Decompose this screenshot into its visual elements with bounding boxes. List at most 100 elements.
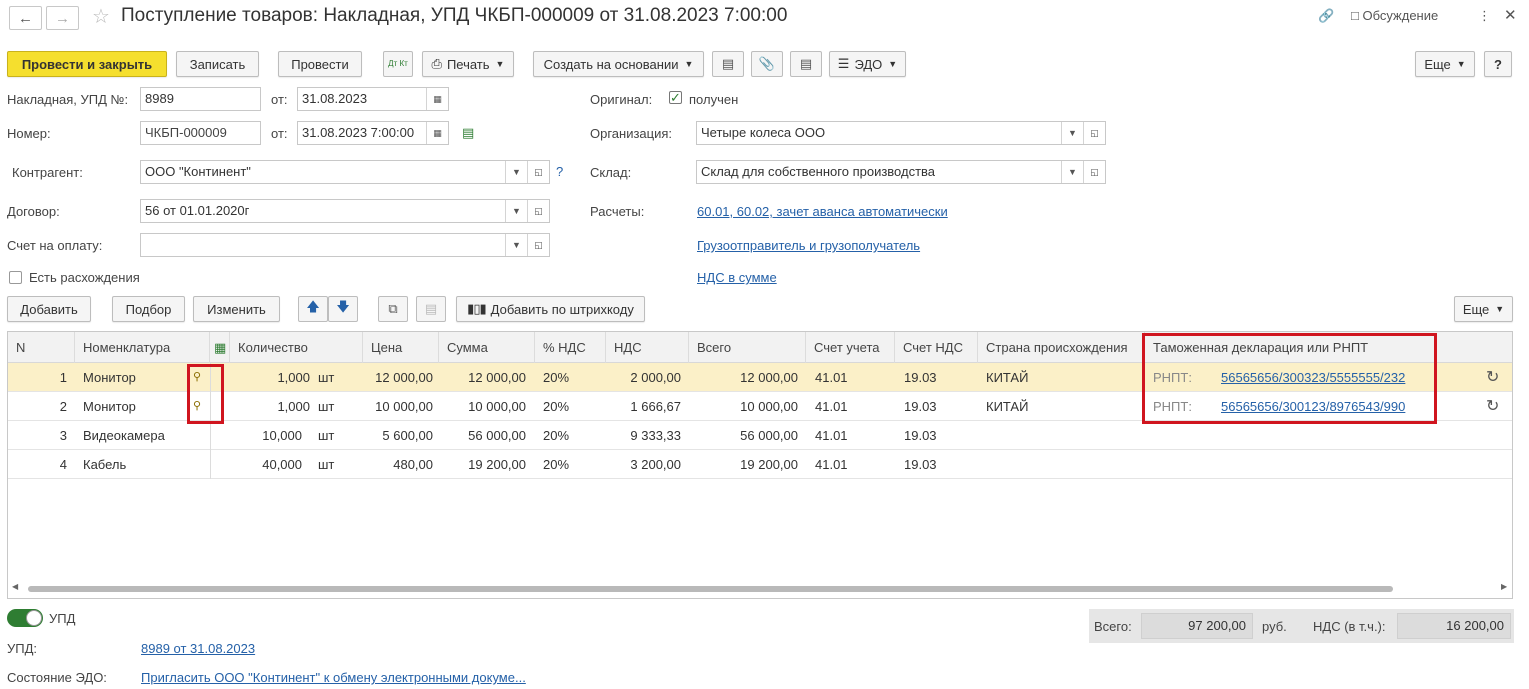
move-up-icon[interactable]: 🡅	[298, 296, 328, 322]
vat-in-sum-link[interactable]: НДС в сумме	[697, 270, 777, 285]
move-down-icon[interactable]: 🡇	[328, 296, 358, 322]
chevron-down-icon[interactable]: ▼	[1061, 161, 1083, 183]
col-total[interactable]: Всего	[689, 332, 806, 363]
discrepancy-checkbox[interactable]	[9, 271, 22, 284]
invoice-number-field[interactable]: 8989	[140, 87, 261, 111]
menu-dots-icon[interactable]: ⋮	[1478, 8, 1491, 24]
col-vat-account[interactable]: Счет НДС	[895, 332, 978, 363]
col-account[interactable]: Счет учета	[806, 332, 895, 363]
upd-link[interactable]: 8989 от 31.08.2023	[141, 641, 255, 656]
number-field[interactable]: ЧКБП-000009	[140, 121, 261, 145]
warehouse-field[interactable]: Склад для собственного производства ▼ ◱	[696, 160, 1106, 184]
cell-account: 41.01	[815, 457, 848, 472]
col-vat[interactable]: НДС	[606, 332, 689, 363]
upd-toggle[interactable]	[7, 609, 43, 627]
discussion-button[interactable]: □ Обсуждение	[1351, 8, 1438, 23]
close-icon[interactable]: ✕	[1504, 6, 1517, 24]
table-row[interactable]: 3 Видеокамера 10,000 шт 5 600,00 56 000,…	[8, 421, 1512, 450]
settlements-link[interactable]: 60.01, 60.02, зачет аванса автоматически	[697, 204, 948, 219]
cell-total: 12 000,00	[740, 370, 798, 385]
cell-vat-rate: 20%	[543, 370, 570, 385]
favorite-star-icon[interactable]: ☆	[92, 4, 110, 29]
goods-table[interactable]: N Номенклатура ▦ Количество Цена Сумма %…	[7, 331, 1513, 599]
contract-field[interactable]: 56 от 01.01.2020г ▼ ◱	[140, 199, 550, 223]
open-icon[interactable]: ◱	[527, 200, 549, 222]
help-button[interactable]: ?	[1484, 51, 1512, 77]
counterparty-field[interactable]: ООО "Континент" ▼ ◱	[140, 160, 550, 184]
edit-button[interactable]: Изменить	[193, 296, 280, 322]
cell-vat-account: 19.03	[904, 457, 937, 472]
invoice-date-field[interactable]: 31.08.2023 ▦	[297, 87, 449, 111]
cell-price: 10 000,00	[375, 399, 433, 414]
refresh-icon[interactable]: ↻	[1486, 392, 1499, 421]
paste-icon[interactable]: ▤	[416, 296, 446, 322]
comment-icon[interactable]: ▤	[462, 125, 474, 141]
edo-button[interactable]: ☰ ЭДО ▼	[829, 51, 906, 77]
add-by-barcode-button[interactable]: ▮▯▮ Добавить по штрихкоду	[456, 296, 645, 322]
col-qty[interactable]: Количество	[230, 332, 363, 363]
chevron-down-icon[interactable]: ▼	[505, 234, 527, 256]
col-item[interactable]: Номенклатура	[75, 332, 210, 363]
link-icon[interactable]: 🔗	[1318, 8, 1334, 24]
col-country[interactable]: Страна происхождения	[978, 332, 1145, 363]
scroll-right-icon[interactable]: ▶	[1501, 582, 1507, 591]
post-and-close-button[interactable]: Провести и закрыть	[7, 51, 167, 77]
open-icon[interactable]: ◱	[527, 161, 549, 183]
create-based-on-button[interactable]: Создать на основании ▼	[533, 51, 704, 77]
open-icon[interactable]: ◱	[527, 234, 549, 256]
edo-invite-link[interactable]: Пригласить ООО "Континент" к обмену элек…	[141, 670, 526, 685]
horizontal-scrollbar[interactable]	[28, 586, 1393, 592]
payment-field[interactable]: ▼ ◱	[140, 233, 550, 257]
dtkt-button[interactable]: Дт Кт	[383, 51, 413, 77]
more-label: Еще	[1424, 56, 1451, 72]
col-vat-rate[interactable]: % НДС	[535, 332, 606, 363]
help-question-icon[interactable]: ?	[556, 164, 563, 179]
number-date-field[interactable]: 31.08.2023 7:00:00 ▦	[297, 121, 449, 145]
cell-qty: 1,000	[277, 399, 310, 414]
open-icon[interactable]: ◱	[1083, 122, 1105, 144]
cell-vat-rate: 20%	[543, 457, 570, 472]
table-more-button[interactable]: Еще ▼	[1454, 296, 1513, 322]
cell-n: 3	[59, 428, 67, 443]
calendar-icon[interactable]: ▦	[426, 122, 448, 144]
chevron-down-icon[interactable]: ▼	[1061, 122, 1083, 144]
table-row[interactable]: 4 Кабель 40,000 шт 480,00 19 200,00 20% …	[8, 450, 1512, 479]
total-label: Всего:	[1094, 619, 1132, 634]
cell-n: 2	[59, 399, 67, 414]
copy-icon[interactable]: ⧉	[378, 296, 408, 322]
original-checkbox[interactable]: ✓	[669, 91, 682, 104]
print-button[interactable]: ⎙ Печать ▼	[422, 51, 514, 77]
open-icon[interactable]: ◱	[1083, 161, 1105, 183]
cell-total: 19 200,00	[740, 457, 798, 472]
save-button[interactable]: Записать	[176, 51, 259, 77]
discussion-label: Обсуждение	[1362, 8, 1439, 23]
attach-icon[interactable]: 📎	[751, 51, 783, 77]
col-sum[interactable]: Сумма	[439, 332, 535, 363]
add-row-button[interactable]: Добавить	[7, 296, 91, 322]
refresh-icon[interactable]: ↻	[1486, 363, 1499, 392]
back-button[interactable]: ←	[9, 6, 42, 30]
cell-account: 41.01	[815, 370, 848, 385]
scroll-left-icon[interactable]: ◀	[12, 582, 18, 591]
invoice-date-value: 31.08.2023	[302, 91, 368, 106]
calendar-icon[interactable]: ▦	[426, 88, 448, 110]
cell-qty: 10,000	[262, 428, 302, 443]
chevron-down-icon[interactable]: ▼	[505, 161, 527, 183]
cell-item: Монитор	[83, 399, 136, 414]
cell-account: 41.01	[815, 428, 848, 443]
col-price[interactable]: Цена	[363, 332, 439, 363]
more-button[interactable]: Еще ▼	[1415, 51, 1475, 77]
shipper-consignee-link[interactable]: Грузоотправитель и грузополучатель	[697, 238, 920, 253]
cell-unit: шт	[318, 428, 335, 443]
col-n[interactable]: N	[8, 332, 75, 363]
document-list-icon[interactable]: ▤	[790, 51, 822, 77]
cell-sum: 10 000,00	[468, 399, 526, 414]
cell-price: 480,00	[393, 457, 433, 472]
pick-button[interactable]: Подбор	[112, 296, 185, 322]
cell-unit: шт	[318, 399, 335, 414]
structure-icon[interactable]: ▤	[712, 51, 744, 77]
forward-button[interactable]: →	[46, 6, 79, 30]
chevron-down-icon[interactable]: ▼	[505, 200, 527, 222]
organization-field[interactable]: Четыре колеса ООО ▼ ◱	[696, 121, 1106, 145]
post-button[interactable]: Провести	[278, 51, 362, 77]
